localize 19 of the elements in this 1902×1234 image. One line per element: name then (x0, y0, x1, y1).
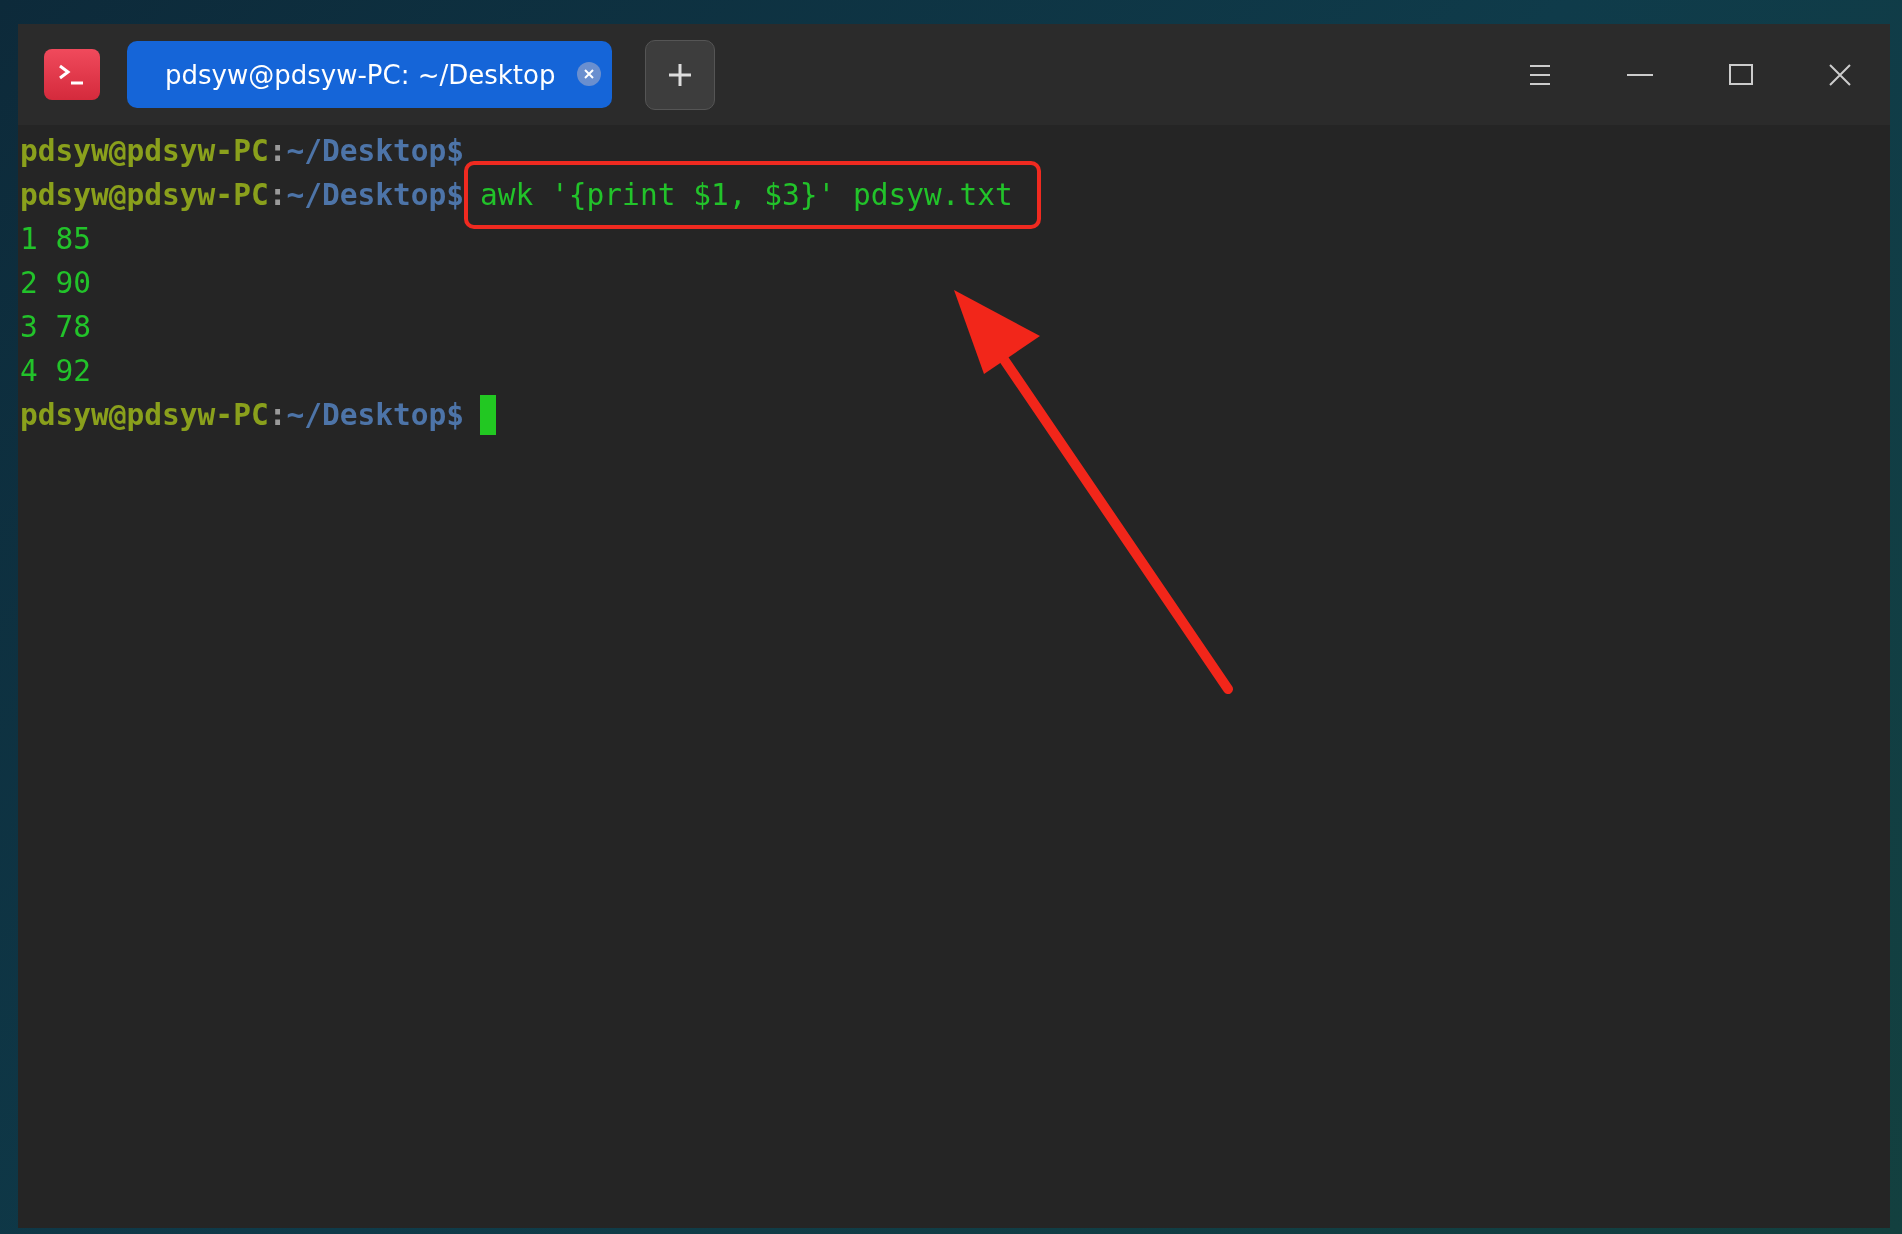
output-line: 3 78 (20, 309, 92, 346)
terminal-tab[interactable]: pdsyw@pdsyw-PC: ~/Desktop (127, 41, 612, 108)
prompt-path: ~/Desktop$ (286, 133, 465, 170)
prompt-user-host: pdsyw@pdsyw-PC (20, 177, 269, 214)
prompt-path: ~/Desktop$ (286, 397, 465, 434)
prompt-separator: : (268, 177, 287, 214)
tab-close-icon[interactable] (576, 61, 602, 87)
prompt-user-host: pdsyw@pdsyw-PC (20, 133, 269, 170)
prompt-path: ~/Desktop$ (286, 177, 465, 214)
output-line: 1 85 (20, 221, 92, 258)
plus-icon (667, 61, 693, 88)
terminal-app-icon[interactable] (44, 49, 100, 100)
terminal-output-area[interactable]: pdsyw@pdsyw-PC:~/Desktop$ pdsyw@pdsyw-PC:~/Desktop$ awk '{print $1, $3}' pdsyw.txt 1 85 2 90 3 78 4 92 pdsyw@pdsyw-PC:~/Desktop$ (18, 125, 1890, 1228)
output-line: 2 90 (20, 265, 92, 302)
prompt-separator: : (268, 397, 287, 434)
new-tab-button[interactable] (645, 39, 715, 110)
output-line: 4 92 (20, 353, 92, 390)
prompt-user-host: pdsyw@pdsyw-PC (20, 397, 269, 434)
prompt-separator: : (268, 133, 287, 170)
